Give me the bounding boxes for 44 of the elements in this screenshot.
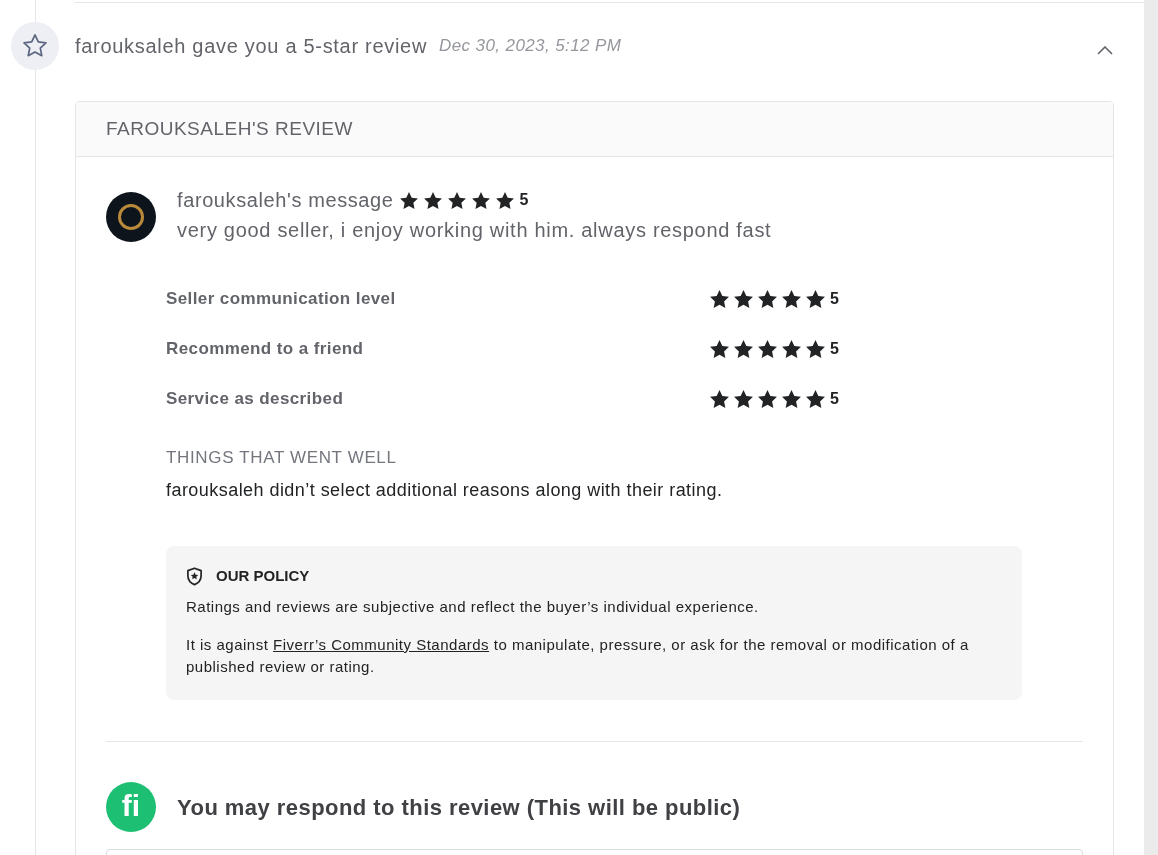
rating-label: Seller communication level: [166, 288, 396, 311]
section-heading: THINGS THAT WENT WELL: [166, 447, 397, 469]
review-heading: FAROUKSALEH'S REVIEW: [106, 116, 353, 141]
notification-title: farouksaleh gave you a 5-star review: [75, 34, 428, 59]
policy-heading: OUR POLICY: [216, 565, 310, 586]
star-icon: [471, 191, 490, 209]
rating-label: Service as described: [166, 388, 344, 411]
star-icon: [447, 191, 466, 209]
star-icon: [734, 390, 753, 408]
rating-score: 5: [830, 339, 839, 359]
star-icon: [734, 340, 753, 358]
review-text: very good seller, i enjoy working with him. always respond fast: [177, 218, 772, 242]
star-icon: [782, 390, 801, 408]
shield-star-icon: [186, 566, 203, 586]
rating-label: Recommend to a friend: [166, 338, 364, 361]
rating-score: 5: [830, 389, 839, 409]
community-standards-link[interactable]: Fiverr’s Community Standards: [273, 636, 490, 653]
star-icon: [495, 191, 514, 209]
message-label: farouksaleh's message: [177, 188, 394, 213]
logo: fi: [106, 782, 156, 832]
policy-text: It is against Fiverr’s Community Standards to manipulate, pressure, or ask for the removal or modification of a published review or rating.: [186, 635, 970, 677]
collapse-toggle[interactable]: [1097, 45, 1113, 55]
star-icon: [734, 290, 753, 308]
star-icon: [710, 290, 729, 308]
rating-score: 5: [519, 190, 529, 210]
response-heading: You may respond to this review (This will be public): [177, 793, 741, 822]
star-icon: [806, 290, 825, 308]
chevron-up-icon: [1097, 45, 1113, 55]
notification-date: Dec 30, 2023, 5:12 PM: [439, 35, 622, 58]
star-icon: [758, 390, 777, 408]
rating-score: 5: [830, 289, 839, 309]
went-well-text: farouksaleh didn’t select additional reasons along with their rating.: [166, 479, 723, 502]
star-icon: [710, 390, 729, 408]
star-icon: [782, 290, 801, 308]
star-icon: [710, 340, 729, 358]
star-icon: [806, 390, 825, 408]
star-icon: [399, 191, 418, 209]
star-icon: [806, 340, 825, 358]
star-icon: [758, 290, 777, 308]
star-icon: [423, 191, 442, 209]
star-icon: [758, 340, 777, 358]
policy-text: Ratings and reviews are subjective and reflect the buyer’s individual experience.: [186, 597, 759, 617]
star-icon: [782, 340, 801, 358]
avatar: [106, 192, 156, 242]
